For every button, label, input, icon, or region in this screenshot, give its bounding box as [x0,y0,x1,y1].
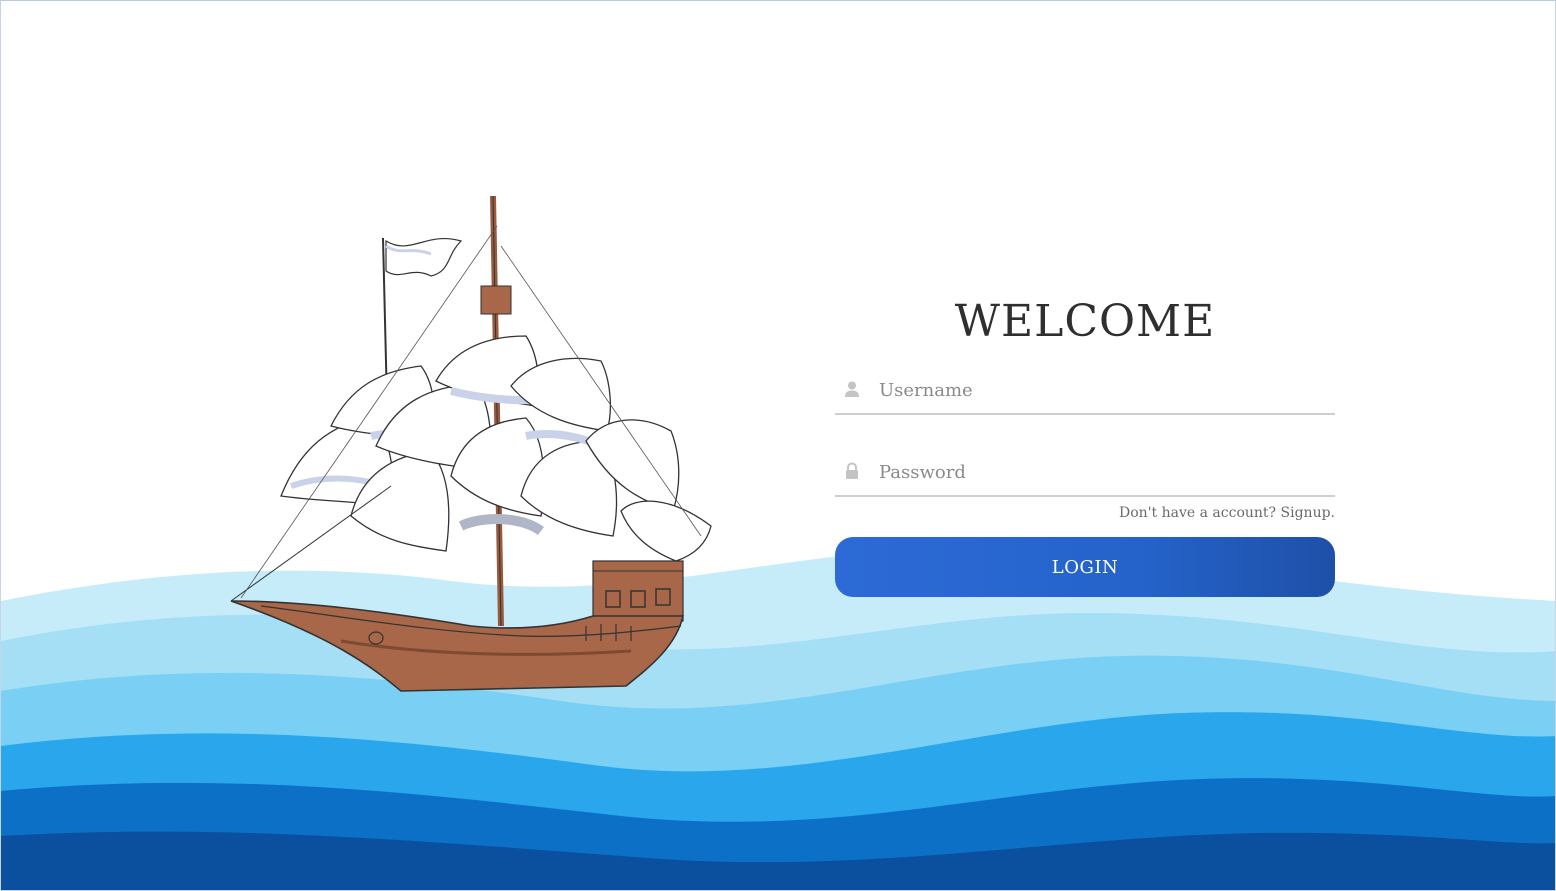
signup-prompt: Don't have a account? Signup. [835,503,1335,523]
login-button[interactable]: LOGIN [835,537,1335,597]
login-page: WELCOME Don't have a account? Signup. LO… [0,0,1556,891]
welcome-heading: WELCOME [954,296,1216,347]
username-input[interactable] [879,373,1329,407]
login-form: WELCOME Don't have a account? Signup. LO… [835,291,1335,597]
password-field-container [835,451,1335,497]
signup-prompt-text: Don't have a account? [1119,505,1277,521]
signup-link[interactable]: Signup. [1281,505,1335,521]
lock-icon [846,462,858,479]
password-input[interactable] [879,455,1329,489]
user-icon [845,381,859,397]
username-field-container [835,369,1335,415]
sailing-ship-illustration [230,195,712,692]
